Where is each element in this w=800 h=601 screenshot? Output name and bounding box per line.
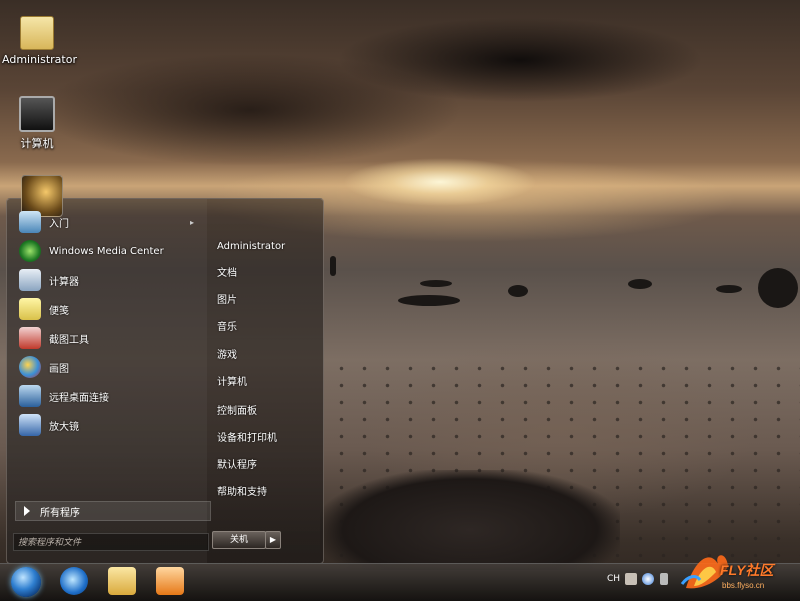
submenu-arrow-icon: ▸ <box>189 217 194 227</box>
menu-item-sticky-notes[interactable]: 便笺 <box>19 296 204 322</box>
right-item-control-panel[interactable]: 控制面板 <box>217 401 317 423</box>
desktop-icon-label: 计算机 <box>20 137 54 150</box>
right-item-music[interactable]: 音乐 <box>217 317 317 339</box>
right-item-games[interactable]: 游戏 <box>217 345 317 367</box>
right-item-documents[interactable]: 文档 <box>217 263 317 285</box>
right-item-computer[interactable]: 计算机 <box>217 372 317 394</box>
shore-rocks <box>320 470 620 570</box>
menu-item-label: 截图工具 <box>49 334 89 346</box>
right-item-help-support[interactable]: 帮助和支持 <box>217 482 317 504</box>
windows-explorer-icon[interactable] <box>108 567 136 595</box>
rock <box>398 295 460 306</box>
all-programs-button[interactable]: 所有程序 <box>15 501 211 521</box>
right-item-administrator[interactable]: Administrator <box>217 236 317 258</box>
internet-explorer-icon[interactable] <box>60 567 88 595</box>
menu-item-calculator[interactable]: 计算器 <box>19 267 204 293</box>
menu-item-label: Windows Media Center <box>49 245 164 257</box>
menu-item-label: 画图 <box>49 363 69 375</box>
menu-item-paint[interactable]: 画图 <box>19 354 204 380</box>
desktop-icon-administrator[interactable]: Administrator <box>2 16 77 66</box>
language-indicator[interactable]: CH <box>607 574 620 584</box>
menu-item-label: 便笺 <box>49 305 69 317</box>
options-icon[interactable] <box>660 573 668 585</box>
paint-icon <box>19 356 41 378</box>
menu-item-remote-desktop[interactable]: 远程桌面连接 <box>19 383 204 409</box>
getting-started-icon <box>19 211 41 233</box>
menu-item-snipping-tool[interactable]: 截图工具 <box>19 325 204 351</box>
calculator-icon <box>19 269 41 291</box>
help-icon[interactable] <box>642 573 654 585</box>
keyboard-icon[interactable] <box>625 573 637 585</box>
rock <box>508 285 528 297</box>
media-center-icon <box>19 240 41 262</box>
desktop-icon-computer[interactable]: 计算机 <box>2 96 72 151</box>
rock <box>758 268 798 308</box>
computer-icon <box>19 96 55 132</box>
rock <box>628 279 652 289</box>
menu-item-getting-started[interactable]: 入门 ▸ <box>19 209 204 235</box>
rock <box>716 285 742 293</box>
play-arrow-icon <box>24 506 30 516</box>
remote-desktop-icon <box>19 385 41 407</box>
all-programs-label: 所有程序 <box>40 507 80 519</box>
right-item-default-programs[interactable]: 默认程序 <box>217 455 317 477</box>
watermark-text: FLY社区 <box>720 562 774 578</box>
magnifier-icon <box>19 414 41 436</box>
menu-item-label: 计算器 <box>49 276 79 288</box>
menu-item-label: 入门 <box>49 218 69 230</box>
sticky-notes-icon <box>19 298 41 320</box>
menu-item-magnifier[interactable]: 放大镜 <box>19 412 204 438</box>
media-player-icon[interactable] <box>156 567 184 595</box>
menu-item-media-center[interactable]: Windows Media Center <box>19 238 204 264</box>
rock <box>420 280 452 287</box>
rock <box>330 256 336 276</box>
shutdown-button[interactable]: 关机 <box>212 531 266 549</box>
right-item-pictures[interactable]: 图片 <box>217 290 317 312</box>
shutdown-options-button[interactable]: ▶ <box>265 531 281 549</box>
desktop-icon-label: Administrator <box>2 53 77 66</box>
start-menu: 入门 ▸ Windows Media Center 计算器 便笺 截图工具 画图… <box>6 175 324 564</box>
watermark-subtext: bbs.flyso.cn <box>722 581 765 590</box>
menu-item-label: 放大镜 <box>49 421 79 433</box>
menu-item-label: 远程桌面连接 <box>49 392 109 404</box>
start-button[interactable] <box>11 567 41 597</box>
right-item-devices-printers[interactable]: 设备和打印机 <box>217 428 317 450</box>
snipping-tool-icon <box>19 327 41 349</box>
search-input[interactable]: 搜索程序和文件 <box>13 533 209 551</box>
user-folder-icon <box>20 16 54 50</box>
